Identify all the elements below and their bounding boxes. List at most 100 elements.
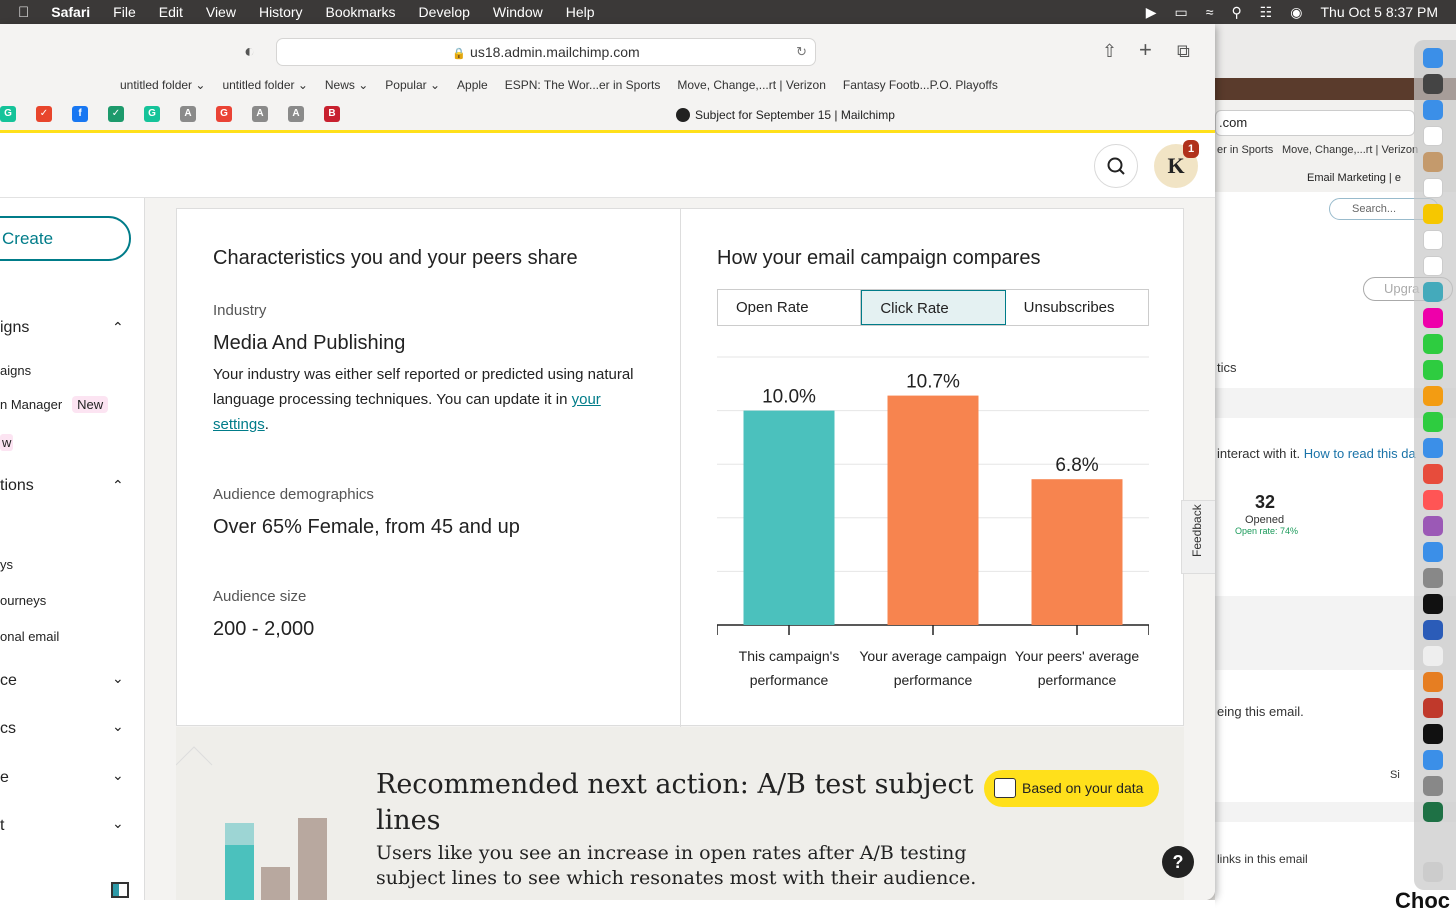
reminders-icon[interactable] [1423, 256, 1443, 276]
finder-icon[interactable] [1423, 48, 1443, 68]
play-icon[interactable]: ▶ [1146, 4, 1157, 21]
stocks-icon[interactable] [1423, 230, 1443, 250]
bookmark-fantasy[interactable]: Fantasy Footb...P.O. Playoffs [843, 78, 998, 94]
pinned-tab-4-icon[interactable]: G [144, 106, 160, 122]
preview-icon[interactable] [1423, 776, 1443, 796]
stickies-icon[interactable] [1423, 204, 1443, 224]
search-button[interactable] [1094, 144, 1138, 188]
tab-click-rate[interactable]: Click Rate [861, 290, 1006, 325]
chevron-up-icon[interactable]: ⌃ [112, 319, 124, 336]
mail-icon[interactable] [1423, 100, 1443, 120]
pinned-tab-3-icon[interactable]: ✓ [108, 106, 124, 122]
chevron-down-icon[interactable]: ⌄ [112, 718, 124, 735]
new-tab-icon[interactable]: + [1139, 37, 1152, 63]
sidebar-section-audience[interactable]: ce [0, 672, 17, 690]
sidebar-section-analytics[interactable]: cs [0, 720, 16, 738]
music-icon[interactable] [1423, 490, 1443, 510]
pinned-tab-7-icon[interactable]: A [252, 106, 268, 122]
bookmark-verizon[interactable]: Move, Change,...rt | Verizon [677, 78, 826, 94]
pinned-tab-6-icon[interactable]: G [216, 106, 232, 122]
bookmark-espn[interactable]: ESPN: The Wor...er in Sports [505, 78, 661, 94]
sidebar-item-journeys[interactable]: ys [0, 557, 13, 572]
pinned-tab-8-icon[interactable]: A [288, 106, 304, 122]
pinned-tab-1-icon[interactable]: ✓ [36, 106, 52, 122]
pinned-tab-5-icon[interactable]: A [180, 106, 196, 122]
powerpoint-icon[interactable] [1423, 698, 1443, 718]
sidebar-toggle-icon[interactable] [111, 882, 129, 898]
sidebar-item-w[interactable]: w [0, 434, 14, 451]
launchpad-icon[interactable] [1423, 74, 1443, 94]
menu-help[interactable]: Help [566, 4, 595, 20]
reload-icon[interactable]: ↻ [796, 39, 807, 65]
bookmark-folder-1[interactable]: untitled folder ⌄ [120, 78, 205, 94]
siri-icon[interactable]: ◉ [1290, 4, 1302, 21]
sidebar-section-integrations[interactable]: t [0, 817, 4, 835]
menu-develop[interactable]: Develop [419, 4, 470, 20]
books-icon[interactable] [1423, 672, 1443, 692]
menu-clock[interactable]: Thu Oct 5 8:37 PM [1321, 4, 1439, 20]
chevron-down-icon[interactable]: ⌄ [112, 767, 124, 784]
bg-active-tab[interactable]: Email Marketing | e [1307, 172, 1401, 184]
control-center-icon[interactable]: ☷ [1260, 4, 1273, 21]
menu-view[interactable]: View [206, 4, 236, 20]
system-settings-icon[interactable] [1423, 568, 1443, 588]
excel-icon[interactable] [1423, 802, 1443, 822]
keynote-icon[interactable] [1423, 438, 1443, 458]
sidebar-item-customer-journeys[interactable]: ourneys [0, 593, 46, 608]
menu-window[interactable]: Window [493, 4, 543, 20]
apple-tv-icon[interactable] [1423, 594, 1443, 614]
spotlight-search-icon[interactable]: ⚲ [1231, 4, 1241, 21]
facetime-icon[interactable] [1423, 360, 1443, 380]
sidebar-item-campaigns[interactable]: aigns [0, 363, 31, 378]
sidebar-section-automations[interactable]: tions [0, 477, 34, 495]
bookmark-apple[interactable]: Apple [457, 78, 488, 94]
word-icon[interactable] [1423, 620, 1443, 640]
tab-unsubscribes[interactable]: Unsubscribes [1006, 290, 1148, 325]
menu-edit[interactable]: Edit [159, 4, 183, 20]
sidebar-section-campaigns[interactable]: igns [0, 319, 29, 337]
menu-bookmarks[interactable]: Bookmarks [326, 4, 396, 20]
menu-file[interactable]: File [113, 4, 136, 20]
based-on-data-button[interactable]: Based on your data [984, 770, 1159, 807]
apple-menu-icon[interactable]:  [18, 4, 29, 21]
bookmark-folder-2[interactable]: untitled folder ⌄ [222, 78, 307, 94]
pinned-tab-0-icon[interactable]: G [0, 106, 16, 122]
share-icon[interactable]: ⇧ [1102, 41, 1117, 62]
sidebar-section-website[interactable]: e [0, 769, 9, 787]
privacy-shield-icon[interactable]: ◐ [244, 41, 255, 62]
bg-bookmark-2[interactable]: Move, Change,...rt | Verizon [1282, 144, 1418, 156]
terminal-icon[interactable] [1423, 724, 1443, 744]
sidebar-item-manager[interactable]: n Manager New [0, 396, 109, 413]
podcasts-icon[interactable] [1423, 516, 1443, 536]
maps-icon[interactable] [1423, 282, 1443, 302]
trash-icon[interactable] [1423, 862, 1443, 882]
chrome-icon[interactable] [1423, 646, 1443, 666]
active-tab[interactable]: Subject for September 15 | Mailchimp [676, 108, 895, 122]
pinned-tab-2-icon[interactable]: f [72, 106, 88, 122]
menu-app-name[interactable]: Safari [51, 4, 90, 20]
app-store-icon[interactable] [1423, 542, 1443, 562]
create-button[interactable]: Create [0, 216, 131, 261]
bg-how-to-link[interactable]: How to read this da [1304, 446, 1416, 461]
menu-history[interactable]: History [259, 4, 303, 20]
pages-icon[interactable] [1423, 386, 1443, 406]
tab-open-rate[interactable]: Open Rate [718, 290, 862, 325]
bg-bookmark-1[interactable]: er in Sports [1217, 144, 1273, 156]
tab-overview-icon[interactable]: ⧉ [1177, 41, 1190, 62]
contacts-icon[interactable] [1423, 126, 1443, 146]
numbers-icon[interactable] [1423, 412, 1443, 432]
wifi-icon[interactable]: ≈ [1206, 4, 1214, 20]
bg-address-bar[interactable]: .com [1215, 110, 1415, 136]
battery-icon[interactable]: ▭ [1175, 4, 1188, 21]
feedback-tab[interactable]: Feedback [1181, 500, 1215, 574]
sidebar-item-transactional-email[interactable]: onal email [0, 629, 59, 644]
safari-icon[interactable] [1423, 750, 1443, 770]
calendar-icon[interactable] [1423, 178, 1443, 198]
chevron-up-icon[interactable]: ⌃ [112, 477, 124, 494]
bookmark-popular[interactable]: Popular ⌄ [385, 78, 440, 94]
photos-icon[interactable] [1423, 308, 1443, 328]
news-icon[interactable] [1423, 464, 1443, 484]
bookmark-news[interactable]: News ⌄ [325, 78, 368, 94]
chevron-down-icon[interactable]: ⌄ [112, 670, 124, 687]
pinned-tab-9-icon[interactable]: B [324, 106, 340, 122]
